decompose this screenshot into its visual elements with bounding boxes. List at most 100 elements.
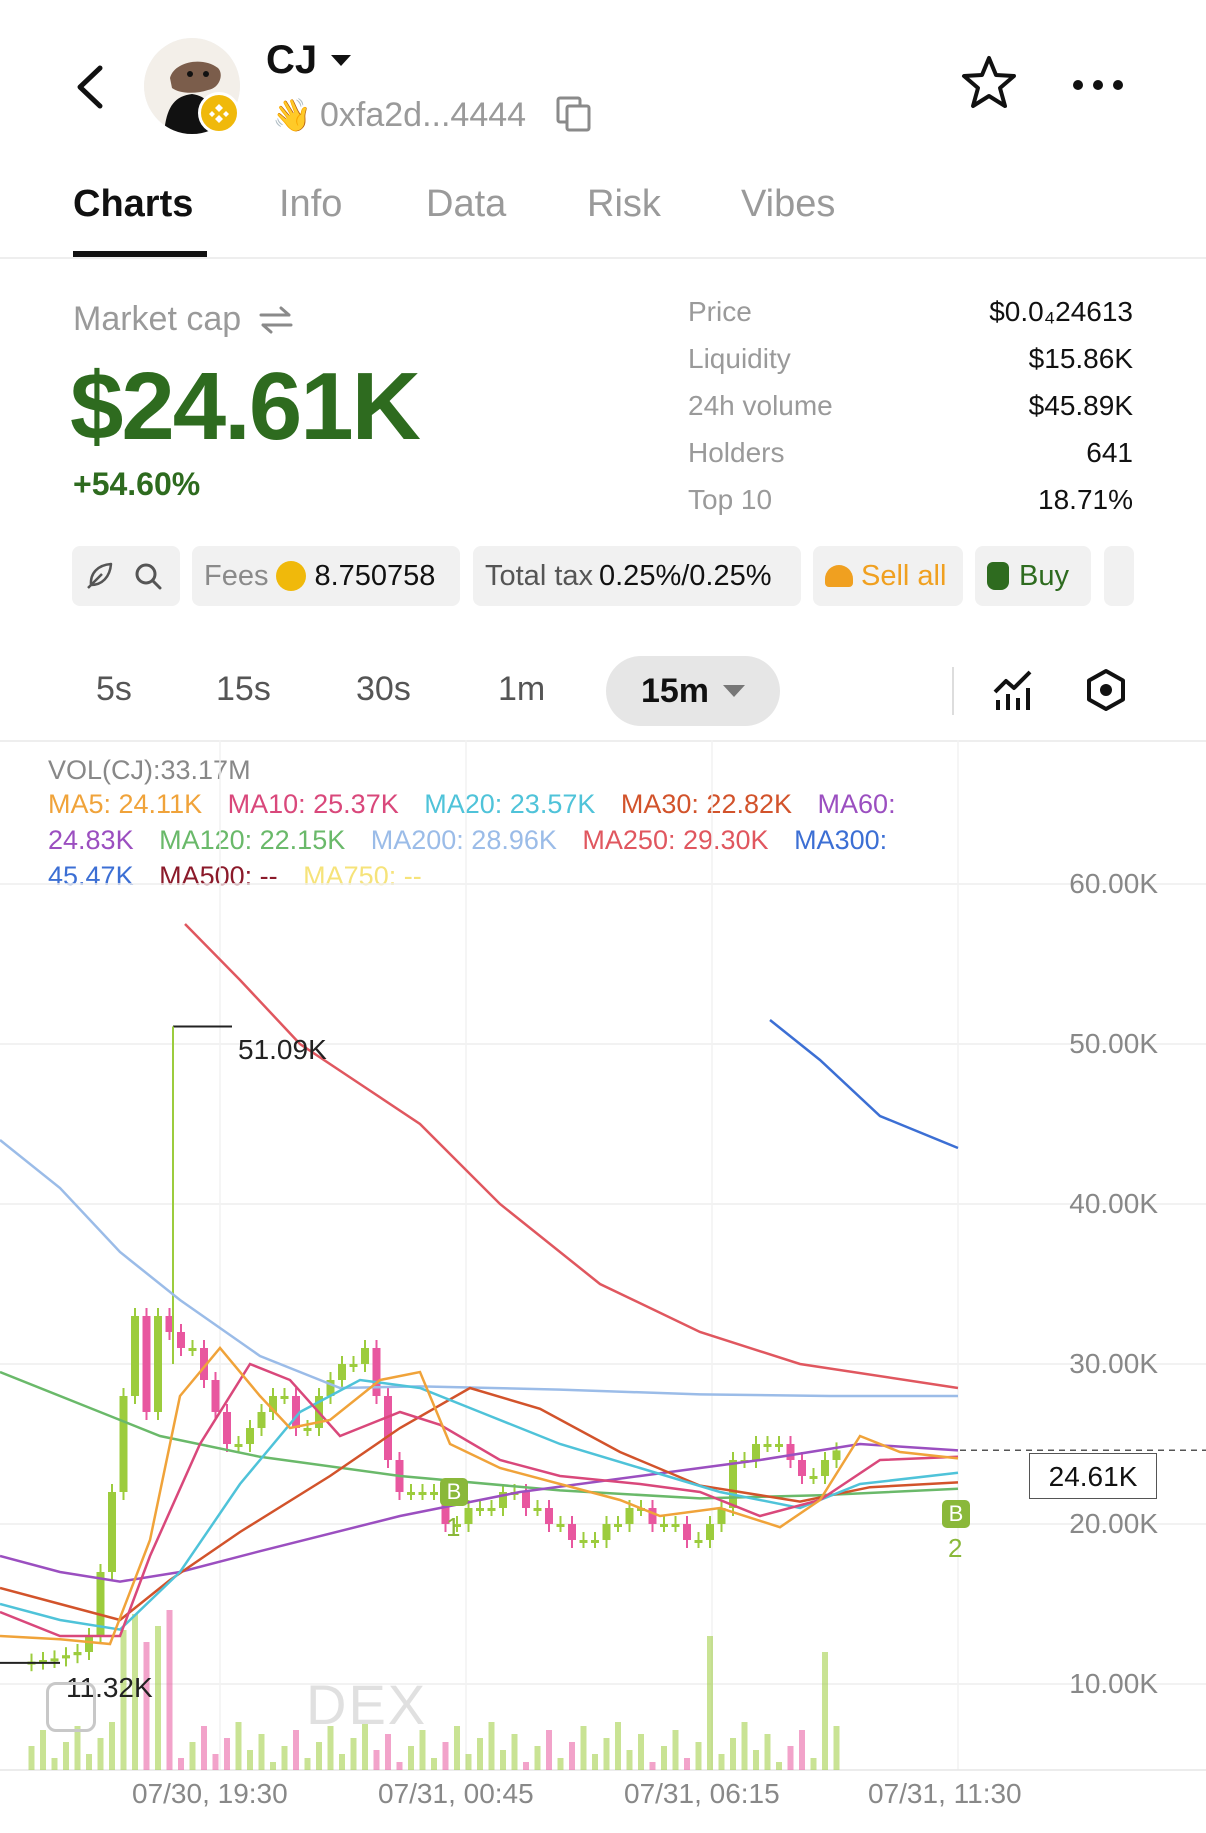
copy-icon[interactable]: [556, 96, 592, 132]
candle-body: [50, 1658, 59, 1662]
timeframe-5s[interactable]: 5s: [96, 670, 132, 709]
chart-settings-icon[interactable]: [1084, 668, 1128, 712]
volume-bar: [523, 1762, 529, 1770]
candle-body: [418, 1492, 427, 1495]
volume-bar: [224, 1738, 230, 1770]
volume-bar: [442, 1742, 449, 1770]
buy-marker-2[interactable]: B: [942, 1500, 970, 1528]
volume-bar: [178, 1758, 184, 1770]
volume-bar: [730, 1738, 736, 1770]
market-cap-value: $24.61K: [70, 353, 421, 460]
market-cap-toggle[interactable]: Market cap: [73, 300, 293, 339]
candle-body: [303, 1428, 312, 1431]
more-options-icon[interactable]: [1072, 78, 1124, 90]
volume-bar: [258, 1734, 265, 1770]
indicators-icon[interactable]: [992, 668, 1036, 712]
back-button[interactable]: [70, 62, 110, 112]
candle-body: [338, 1364, 346, 1380]
stat-value-liquidity: $15.86K: [1028, 343, 1133, 374]
buy-marker-2-index: 2: [948, 1533, 963, 1563]
volume-bar: [638, 1734, 644, 1770]
market-cap-label: Market cap: [73, 300, 242, 338]
volume-bar: [477, 1738, 483, 1770]
candle-body: [85, 1636, 93, 1652]
candle-body: [223, 1412, 231, 1444]
volume-bar: [385, 1734, 391, 1770]
more-chip[interactable]: [1104, 546, 1134, 606]
candle-body: [545, 1508, 553, 1524]
candle-body: [108, 1492, 116, 1572]
candle-body: [361, 1348, 369, 1364]
timeframe-15m-selector[interactable]: 15m: [606, 656, 780, 726]
volume-bar: [350, 1738, 357, 1770]
tab-risk[interactable]: Risk: [587, 183, 661, 226]
candle-body: [407, 1492, 415, 1495]
timeframe-1m[interactable]: 1m: [498, 670, 545, 709]
chain-badge-icon: [198, 92, 240, 134]
candle-body: [131, 1316, 139, 1396]
stat-label-price: Price: [688, 296, 752, 327]
candle-body: [591, 1540, 599, 1543]
tabs-divider: [0, 257, 1206, 259]
candle-body: [821, 1460, 829, 1476]
candle-body: [234, 1444, 243, 1447]
candle-body: [579, 1540, 588, 1543]
tab-charts[interactable]: Charts: [73, 183, 193, 226]
volume-bar: [776, 1762, 782, 1770]
candle-body: [280, 1396, 289, 1399]
tab-vibes[interactable]: Vibes: [741, 183, 835, 226]
y-tick-10k: 10.00K: [1069, 1668, 1158, 1699]
candle-body: [786, 1444, 795, 1460]
stat-label-volume: 24h volume: [688, 390, 833, 421]
candle-body: [625, 1508, 634, 1524]
fees-chip: Fees 8.750758: [192, 546, 460, 606]
volume-bar: [212, 1754, 219, 1770]
y-tick-20k: 20.00K: [1069, 1508, 1158, 1539]
stat-label-top10: Top 10: [688, 484, 773, 515]
timeframe-30s[interactable]: 30s: [356, 670, 411, 709]
candle-body: [660, 1524, 668, 1527]
candle-body: [257, 1412, 266, 1428]
volume-bar: [247, 1750, 253, 1770]
volume-bar: [592, 1754, 598, 1770]
volume-bar: [661, 1746, 667, 1770]
candle-body: [648, 1508, 657, 1524]
stat-value-holders: 641: [1086, 437, 1133, 468]
volume-bar: [109, 1722, 115, 1770]
y-tick-40k: 40.00K: [1069, 1188, 1158, 1219]
candle-body: [671, 1524, 680, 1527]
caret-down-icon: [723, 685, 746, 697]
candle-body: [798, 1460, 806, 1476]
sell-all-button[interactable]: Sell all: [813, 546, 963, 606]
ma300-line: [769, 1019, 959, 1150]
candle-body: [683, 1524, 691, 1540]
tab-info[interactable]: Info: [279, 183, 342, 226]
y-tick-30k: 30.00K: [1069, 1348, 1158, 1379]
timeframe-15m: 15m: [640, 671, 710, 710]
fullscreen-icon[interactable]: [46, 1682, 96, 1732]
search-chip[interactable]: [72, 546, 180, 606]
volume-bar: [707, 1636, 713, 1770]
token-name: CJ: [266, 38, 318, 82]
fire-icon: [825, 565, 853, 587]
candle-body: [73, 1652, 82, 1656]
candle-body: [476, 1508, 484, 1511]
timeframe-15s[interactable]: 15s: [216, 670, 271, 709]
candle-body: [384, 1396, 392, 1460]
token-name-selector[interactable]: CJ: [266, 38, 352, 83]
swap-icon: [259, 306, 293, 333]
volume-bar: [534, 1746, 541, 1770]
stat-value-volume: $45.89K: [1028, 390, 1133, 421]
price-chart[interactable]: [0, 740, 1206, 1833]
volume-bar: [339, 1754, 345, 1770]
buy-button[interactable]: Buy: [975, 546, 1091, 606]
candle-body: [614, 1524, 622, 1527]
stat-label-holders: Holders: [688, 437, 785, 468]
favorite-star-icon[interactable]: [960, 54, 1018, 112]
buy-marker-1[interactable]: B: [440, 1478, 468, 1506]
candle-body: [832, 1450, 841, 1460]
candle-body: [775, 1444, 783, 1447]
tab-data[interactable]: Data: [426, 183, 506, 226]
candle-body: [602, 1524, 611, 1540]
candle-body: [177, 1332, 185, 1348]
